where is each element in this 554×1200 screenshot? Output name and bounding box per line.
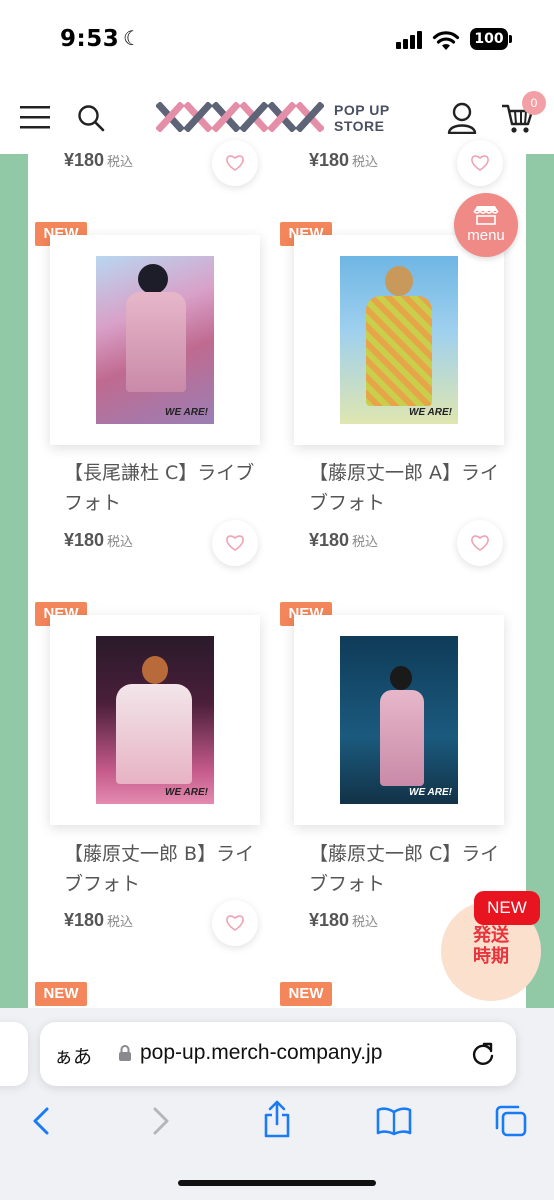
- product-price: ¥180 税込: [309, 530, 378, 551]
- favorite-button[interactable]: [212, 520, 258, 566]
- text-size-button[interactable]: ぁあ: [54, 1042, 92, 1069]
- new-badge: NEW: [280, 982, 332, 1006]
- cart-count-badge: 0: [522, 91, 546, 115]
- product-name[interactable]: 【藤原丈一郎 B】ライブフォト: [64, 839, 264, 899]
- share-icon[interactable]: [262, 1100, 292, 1138]
- lock-icon: [119, 1045, 131, 1061]
- price-value: ¥180: [309, 530, 350, 550]
- tax-label: 税込: [107, 534, 134, 549]
- price-value: ¥180: [64, 910, 105, 930]
- product-name[interactable]: 【長尾謙杜 C】ライブフォト: [64, 458, 264, 518]
- product-name[interactable]: 【藤原丈一郎 A】ライブフォト: [309, 458, 509, 518]
- logo-line2: STORE: [334, 118, 385, 134]
- logo-line1: POP UP: [334, 102, 390, 118]
- address-bar[interactable]: ぁあ pop-up.merch-company.jp: [40, 1022, 516, 1086]
- battery-indicator: 100: [470, 28, 508, 50]
- price-value: ¥180: [309, 910, 350, 930]
- tabs-icon[interactable]: [494, 1104, 528, 1138]
- product-price: ¥180 税込: [309, 910, 378, 931]
- photo-caption: WE ARE!: [165, 407, 208, 418]
- cellular-signal-icon: [396, 31, 422, 49]
- heart-icon: [471, 535, 489, 551]
- product-image-card[interactable]: WE ARE!: [50, 615, 260, 825]
- moon-icon: ☾: [123, 26, 141, 50]
- product-image-card[interactable]: WE ARE!: [294, 615, 504, 825]
- store-logo[interactable]: POP UP STORE: [156, 98, 398, 138]
- favorite-button[interactable]: [457, 140, 503, 186]
- status-time: 9:53: [60, 26, 120, 52]
- product-photo[interactable]: WE ARE!: [340, 256, 458, 424]
- price-value: ¥180: [64, 150, 105, 170]
- shipping-line2: 時期: [473, 946, 509, 967]
- forward-icon[interactable]: [150, 1106, 172, 1136]
- wifi-icon: [432, 31, 460, 50]
- right-side-bar: [526, 154, 554, 1008]
- previous-tab-peek[interactable]: [0, 1022, 28, 1086]
- back-icon[interactable]: [30, 1106, 52, 1136]
- home-indicator: [178, 1180, 376, 1186]
- status-bar: 9:53 ☾ 100: [0, 0, 554, 80]
- favorite-button[interactable]: [212, 900, 258, 946]
- bookmarks-icon[interactable]: [376, 1106, 412, 1136]
- product-image-card[interactable]: WE ARE!: [294, 235, 504, 445]
- left-side-bar: [0, 154, 28, 1008]
- tax-label: 税込: [107, 914, 134, 929]
- shipping-line1: 発送: [473, 925, 509, 946]
- logo-crosses-graphic: [156, 102, 324, 132]
- favorite-button[interactable]: [212, 140, 258, 186]
- product-photo[interactable]: WE ARE!: [96, 636, 214, 804]
- product-name[interactable]: 【藤原丈一郎 C】ライブフォト: [309, 839, 509, 899]
- reload-icon[interactable]: [470, 1041, 496, 1067]
- shipping-new-tag: NEW: [474, 891, 540, 925]
- heart-icon: [226, 535, 244, 551]
- photo-caption: WE ARE!: [165, 787, 208, 798]
- product-price: ¥180 税込: [64, 910, 133, 931]
- price-value: ¥180: [64, 530, 105, 550]
- account-icon[interactable]: [447, 102, 477, 134]
- url-text[interactable]: pop-up.merch-company.jp: [140, 1041, 382, 1065]
- photo-caption: WE ARE!: [409, 407, 452, 418]
- price-value: ¥180: [309, 150, 350, 170]
- product-price: ¥180 税込: [309, 150, 378, 171]
- product-photo[interactable]: WE ARE!: [340, 636, 458, 804]
- product-photo[interactable]: WE ARE!: [96, 256, 214, 424]
- heart-icon: [471, 155, 489, 171]
- new-badge: NEW: [35, 982, 87, 1006]
- heart-icon: [226, 915, 244, 931]
- battery-tip: [509, 35, 512, 43]
- tax-label: 税込: [352, 154, 379, 169]
- heart-icon: [226, 155, 244, 171]
- hamburger-menu-icon[interactable]: [20, 105, 50, 129]
- favorite-button[interactable]: [457, 520, 503, 566]
- floating-menu-label: menu: [467, 227, 505, 244]
- product-price: ¥180 税込: [64, 530, 133, 551]
- tax-label: 税込: [352, 534, 379, 549]
- shop-awning-icon: [473, 206, 499, 225]
- tax-label: 税込: [107, 154, 134, 169]
- photo-caption: WE ARE!: [409, 787, 452, 798]
- search-icon[interactable]: [77, 104, 105, 132]
- product-image-card[interactable]: WE ARE!: [50, 235, 260, 445]
- floating-menu-button[interactable]: menu: [454, 193, 518, 257]
- tax-label: 税込: [352, 914, 379, 929]
- product-price: ¥180 税込: [64, 150, 133, 171]
